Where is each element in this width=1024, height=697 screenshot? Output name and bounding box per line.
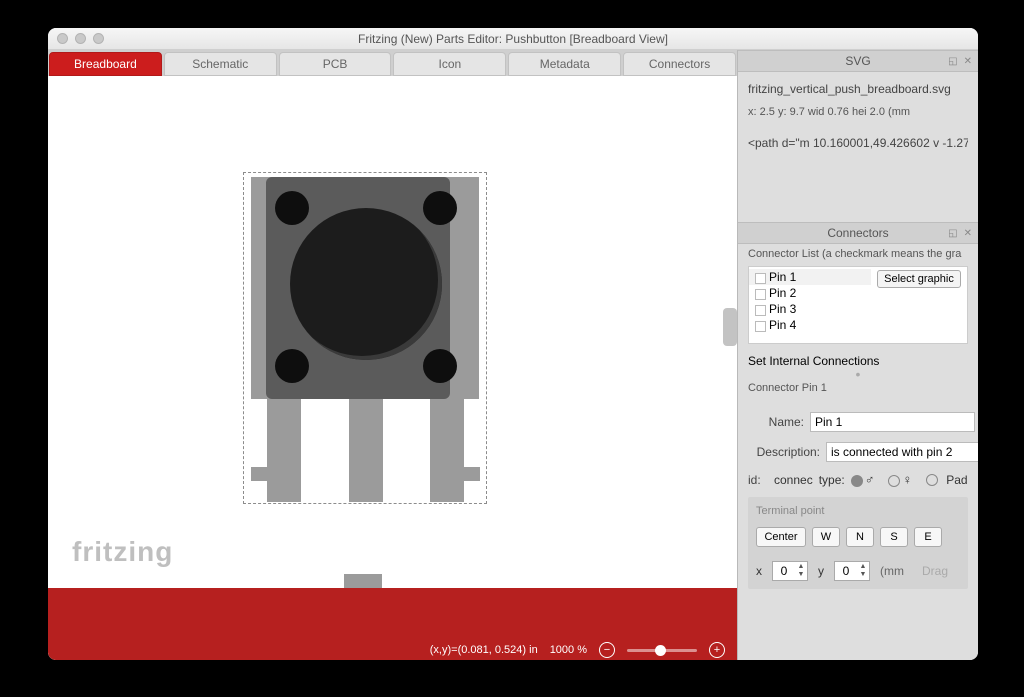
id-value: connec <box>774 473 813 487</box>
type-female-radio[interactable]: ♀ <box>888 472 920 487</box>
titlebar: Fritzing (New) Parts Editor: Pushbutton … <box>48 28 978 50</box>
close-icon[interactable]: ✕ <box>964 56 972 67</box>
connector-item-pin4[interactable]: Pin 4 <box>749 317 871 333</box>
tab-breadboard[interactable]: Breadboard <box>49 52 162 76</box>
name-input[interactable] <box>810 412 975 432</box>
pushbutton-corner <box>423 191 457 225</box>
type-label: type: <box>819 473 845 487</box>
cursor-coords: (x,y)=(0.081, 0.524) in <box>430 644 538 656</box>
component-selection[interactable] <box>243 172 487 504</box>
anchor-s-button[interactable]: S <box>880 527 908 547</box>
zoom-in-button[interactable]: + <box>709 642 725 658</box>
unit-label: (mm <box>880 564 904 578</box>
canvas[interactable]: fritzing (x,y)=(0.081, 0.524) in 1000 % … <box>48 76 737 660</box>
pad-label: Pad <box>946 473 967 487</box>
x-step-down-icon[interactable]: ▼ <box>795 571 807 579</box>
anchor-n-button[interactable]: N <box>846 527 874 547</box>
minimize-icon[interactable] <box>75 33 86 44</box>
pushbutton-corner <box>275 349 309 383</box>
anchor-e-button[interactable]: E <box>914 527 942 547</box>
svg-panel-title: SVG <box>845 54 870 68</box>
close-icon[interactable]: ✕ <box>964 228 972 239</box>
undock-icon[interactable]: ◱ <box>948 228 957 239</box>
zoom-out-button[interactable]: − <box>599 642 615 658</box>
connectors-panel-title: Connectors <box>827 226 888 240</box>
terminal-point-title: Terminal point <box>756 505 960 517</box>
tab-icon[interactable]: Icon <box>393 52 506 76</box>
y-stepper[interactable]: ▲▼ <box>834 561 870 581</box>
pushbutton-foot <box>464 467 480 481</box>
x-input[interactable] <box>773 564 795 578</box>
pushbutton-leg <box>267 399 301 502</box>
pushbutton-corner <box>423 349 457 383</box>
tab-schematic[interactable]: Schematic <box>164 52 277 76</box>
select-graphic-button[interactable]: Select graphic <box>877 270 961 288</box>
window-controls <box>57 33 104 44</box>
svg-panel-header: SVG ◱ ✕ <box>738 50 978 72</box>
connector-item-pin3[interactable]: Pin 3 <box>749 301 871 317</box>
connector-form: Name: ✕ Description: id: connec type: ♂ … <box>738 402 978 599</box>
pushbutton-leg <box>430 399 464 502</box>
x-stepper[interactable]: ▲▼ <box>772 561 808 581</box>
id-label: id: <box>748 473 768 487</box>
tab-pcb[interactable]: PCB <box>279 52 392 76</box>
terminal-point-group: Terminal point Center W N S E x ▲▼ y <box>748 497 968 589</box>
name-label: Name: <box>748 415 804 429</box>
y-label: y <box>818 564 824 578</box>
status-bar: (x,y)=(0.081, 0.524) in 1000 % − + <box>48 640 737 660</box>
anchor-center-button[interactable]: Center <box>756 527 806 547</box>
ruler-stub <box>344 574 382 588</box>
x-step-up-icon[interactable]: ▲ <box>795 563 807 571</box>
view-tabs: Breadboard Schematic PCB Icon Metadata C… <box>48 50 737 76</box>
connector-item-pin1[interactable]: Pin 1 <box>749 269 871 285</box>
y-step-down-icon[interactable]: ▼ <box>857 571 869 579</box>
tab-connectors[interactable]: Connectors <box>623 52 736 76</box>
connectors-panel-header: Connectors ◱ ✕ <box>738 222 978 244</box>
type-male-radio[interactable]: ♂ <box>851 472 883 487</box>
pushbutton-leg <box>349 399 383 502</box>
connector-list-hint: Connector List (a checkmark means the gr… <box>738 244 978 266</box>
fritzing-watermark: fritzing <box>72 536 173 568</box>
x-label: x <box>756 564 762 578</box>
y-input[interactable] <box>835 564 857 578</box>
connector-item-pin2[interactable]: Pin 2 <box>749 285 871 301</box>
canvas-bottom-band: (x,y)=(0.081, 0.524) in 1000 % − + <box>48 588 737 660</box>
zoom-slider[interactable] <box>627 649 697 652</box>
pushbutton-corner <box>275 191 309 225</box>
description-input[interactable] <box>826 442 978 462</box>
maximize-icon[interactable] <box>93 33 104 44</box>
connector-section-title: Connector Pin 1 <box>738 376 978 402</box>
drag-label[interactable]: Drag <box>922 564 948 578</box>
svg-path-snippet: <path d="m 10.160001,49.426602 v -1.27" … <box>748 136 968 150</box>
connector-list: Pin 1 Pin 2 Pin 3 Pin 4 Select graphic <box>748 266 968 344</box>
zoom-slider-thumb[interactable] <box>655 645 666 656</box>
zoom-value: 1000 % <box>550 644 587 656</box>
connectors-panel: Connector List (a checkmark means the gr… <box>738 244 978 660</box>
undock-icon[interactable]: ◱ <box>948 56 957 67</box>
description-label: Description: <box>748 445 820 459</box>
close-icon[interactable] <box>57 33 68 44</box>
type-pad-radio[interactable] <box>926 473 940 487</box>
y-step-up-icon[interactable]: ▲ <box>857 563 869 571</box>
main-editor: Breadboard Schematic PCB Icon Metadata C… <box>48 50 738 660</box>
anchor-w-button[interactable]: W <box>812 527 840 547</box>
svg-panel: fritzing_vertical_push_breadboard.svg x:… <box>738 72 978 222</box>
pushbutton-foot <box>251 467 267 481</box>
tab-metadata[interactable]: Metadata <box>508 52 621 76</box>
svg-filename: fritzing_vertical_push_breadboard.svg <box>748 82 968 96</box>
app-window: Fritzing (New) Parts Editor: Pushbutton … <box>48 28 978 660</box>
window-title: Fritzing (New) Parts Editor: Pushbutton … <box>48 32 978 46</box>
vertical-scrollbar[interactable] <box>723 308 737 346</box>
pushbutton-dome <box>290 208 442 360</box>
svg-properties: x: 2.5 y: 9.7 wid 0.76 hei 2.0 (mm <box>748 106 968 118</box>
inspector-panels: SVG ◱ ✕ fritzing_vertical_push_breadboard… <box>738 50 978 660</box>
